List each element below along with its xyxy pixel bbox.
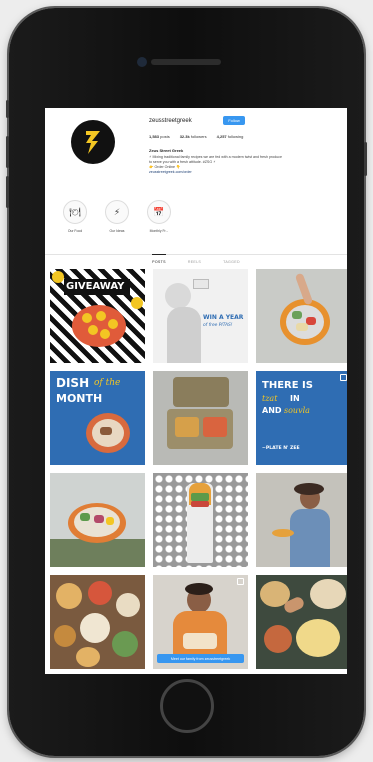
zeus-bolt-logo-icon [86,131,100,154]
bolt-icon: ⚡ [105,200,129,224]
and-text: AND [262,406,282,415]
reel-indicator-icon [340,374,347,381]
of-the-text: of the [94,378,121,388]
bio-line: 👉 Order Online 👇 [149,165,181,169]
story-highlights: 🍽 Our Food ⚡ Our Ideas 📅 Monthly Fr... [61,200,173,233]
post-woman-eating[interactable] [256,473,347,567]
stat-following[interactable]: 4,257 following [217,134,244,139]
follow-button[interactable]: Follow [223,116,245,125]
stat-followers[interactable]: 32.3k followers [180,134,207,139]
there-is-text: THERE IS [262,380,313,391]
phone-frame: zeusstreetgreek Follow 1,583 posts 32.3k… [6,8,367,756]
tab-tagged[interactable]: TAGGED [223,255,240,269]
posts-grid: GIVEAWAY WIN A YEAR of free PITAS! DISH … [50,269,347,669]
month-text: MONTH [56,392,103,405]
post-giveaway[interactable]: GIVEAWAY [50,269,145,363]
post-there-is-tzatziki[interactable]: THERE IS tzat IN AND souvla ~PLATE N' ZE… [256,371,347,465]
profile-tabs: POSTS REELS TAGGED [45,254,347,269]
plate-icon: 🍽 [63,200,87,224]
calendar-icon: 📅 [147,200,171,224]
dish-text: DISH [56,376,90,390]
phone-volume-up [6,136,9,168]
reel-banner[interactable]: Meet our family from zeusstreetgreek [157,654,244,663]
plate-text: ~PLATE N' ZEE [262,446,300,451]
post-win-a-year[interactable]: WIN A YEAR of free PITAS! [153,269,248,363]
post-wrap-hex-tiles[interactable] [153,473,248,567]
profile-avatar[interactable] [71,120,115,164]
profile-username: zeusstreetgreek [149,118,192,124]
profile-stats: 1,583 posts 32.3k followers 4,257 follow… [149,134,243,139]
post-bowl-outdoor[interactable] [50,473,145,567]
tab-posts[interactable]: POSTS [152,254,166,269]
post-table-spread[interactable] [50,575,145,669]
post-bowl-overhead[interactable] [256,269,347,363]
bio-line: to serve you with a fresh attitude. #ZSG… [149,160,216,164]
post-table-hands[interactable] [256,575,347,669]
in-text: IN [290,394,300,403]
post-dish-of-the-month[interactable]: DISH of the MONTH [50,371,145,465]
highlight-our-ideas[interactable]: ⚡ Our Ideas [103,200,131,233]
win-a-year-text: WIN A YEAR [203,314,244,321]
post-reel-family[interactable]: Meet our family from zeusstreetgreek [153,575,248,669]
tab-reels[interactable]: REELS [188,255,201,269]
stat-posts[interactable]: 1,583 posts [149,134,170,139]
bio-link[interactable]: zeusstreetgreek.com/order [149,170,192,174]
phone-mute-switch [6,100,9,118]
post-takeaway-box[interactable] [153,371,248,465]
free-pitas-text: of free PITAS! [203,323,233,328]
phone-volume-down [6,176,9,208]
souvla-text: souvla [284,406,310,415]
bio-line: ⚡ Mixing traditional family recipes we a… [149,155,282,159]
home-button[interactable] [160,679,214,733]
highlight-our-food[interactable]: 🍽 Our Food [61,200,89,233]
reel-indicator-icon [237,578,244,585]
instagram-profile-screen: zeusstreetgreek Follow 1,583 posts 32.3k… [45,108,347,674]
tzat-text: tzat [262,394,278,403]
earpiece-speaker [151,59,221,65]
phone-power-button [364,142,367,176]
highlight-monthly[interactable]: 📅 Monthly Fr... [145,200,173,233]
front-camera [137,57,147,67]
giveaway-text: GIVEAWAY [66,281,125,292]
bio-name: Zeus Street Greek [149,148,184,153]
